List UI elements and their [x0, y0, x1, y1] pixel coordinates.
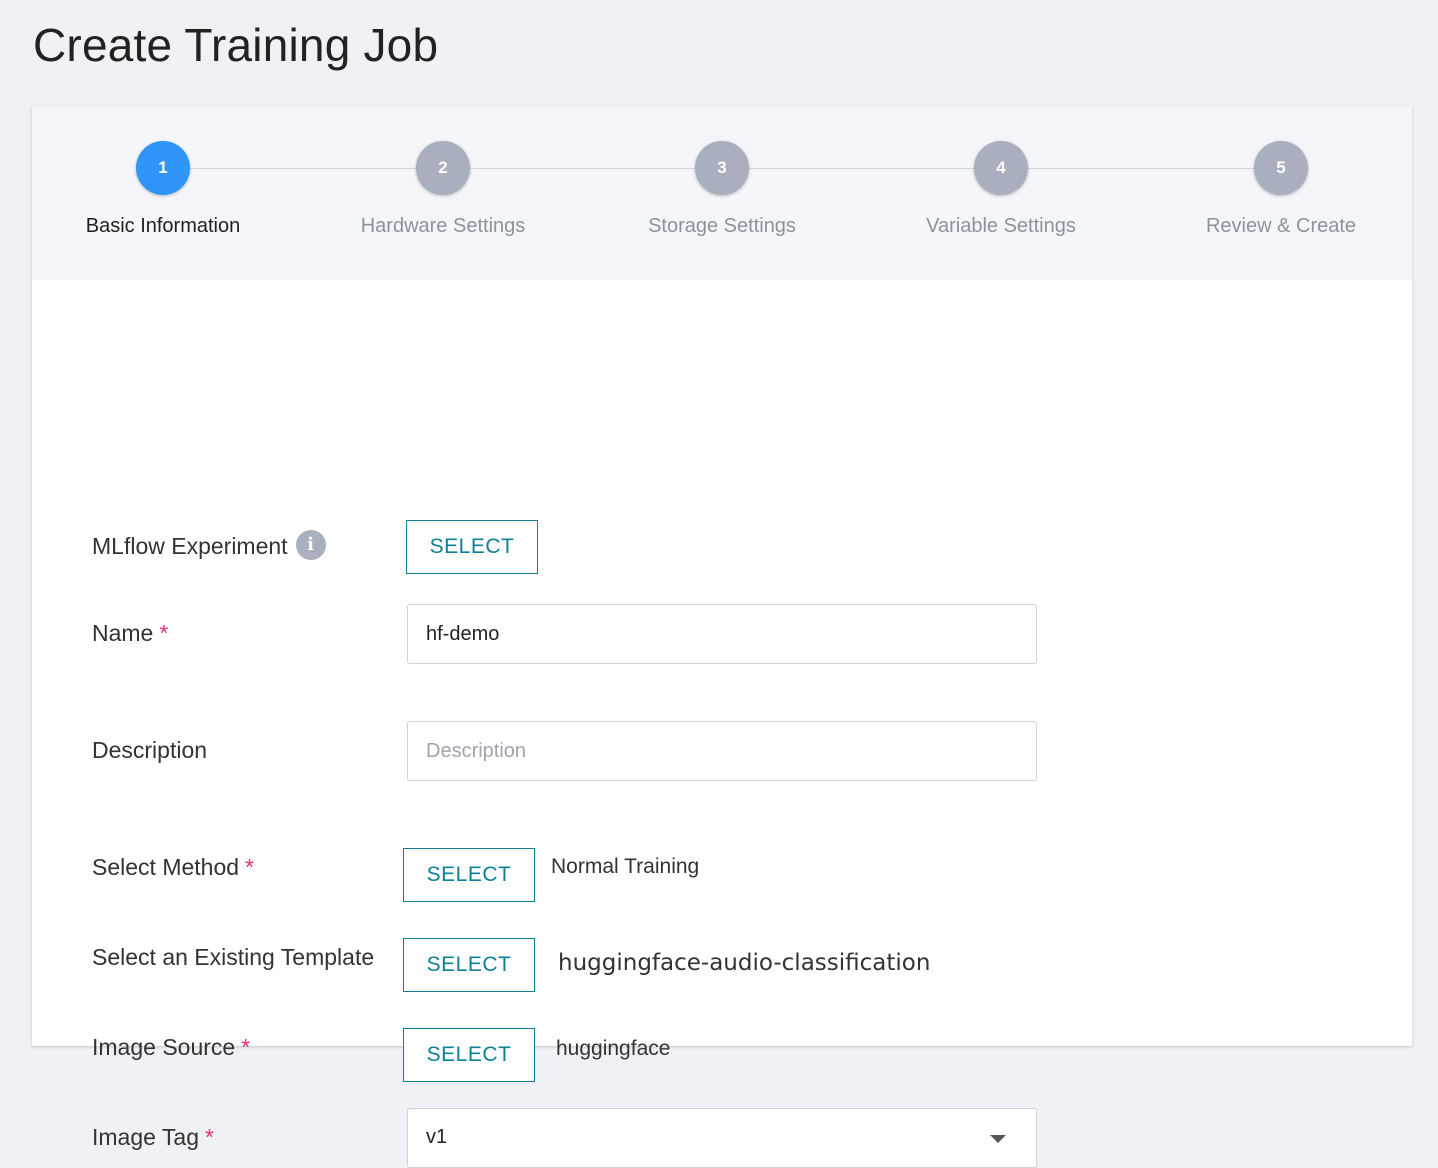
info-icon[interactable]: i [295, 530, 326, 560]
step-basic-information[interactable]: 1 Basic Information [43, 141, 283, 238]
image-source-label: Image Source * [92, 1034, 250, 1061]
step-label: Storage Settings [648, 215, 796, 237]
required-asterisk: * [204, 1124, 214, 1150]
chevron-down-icon [990, 1135, 1006, 1143]
step-storage-settings[interactable]: 3 Storage Settings [602, 141, 842, 238]
name-input[interactable] [407, 604, 1037, 664]
template-value: huggingface-audio-classification [558, 950, 931, 976]
stepper: 1 Basic Information 2 Hardware Settings … [32, 106, 1412, 280]
form-card: 1 Basic Information 2 Hardware Settings … [32, 106, 1412, 1168]
select-method-label-text: Select Method [92, 854, 240, 880]
step-number: 5 [1254, 141, 1308, 195]
image-source-value: huggingface [556, 1037, 671, 1060]
description-label: Description [92, 737, 208, 763]
name-label: Name * [92, 620, 168, 647]
mlflow-experiment-label: MLflow Experiment i [92, 530, 326, 560]
name-label-text: Name [92, 620, 154, 646]
template-select-button[interactable]: SELECT [403, 938, 535, 992]
step-hardware-settings[interactable]: 2 Hardware Settings [323, 141, 563, 238]
mlflow-select-button[interactable]: SELECT [406, 520, 538, 574]
image-tag-select[interactable]: v1 [407, 1108, 1037, 1168]
description-input[interactable] [407, 721, 1037, 781]
page-title: Create Training Job [33, 19, 439, 71]
step-number: 3 [695, 141, 749, 195]
image-tag-value: v1 [426, 1126, 448, 1148]
step-label: Review & Create [1205, 215, 1357, 237]
template-label: Select an Existing Template [92, 944, 375, 970]
step-number: 1 [136, 141, 190, 195]
step-label: Variable Settings [926, 215, 1076, 237]
step-number: 2 [416, 141, 470, 195]
required-asterisk: * [159, 620, 169, 646]
step-label: Hardware Settings [360, 215, 526, 237]
image-source-select-button[interactable]: SELECT [403, 1028, 535, 1082]
select-method-label: Select Method * [92, 854, 254, 881]
step-review-create[interactable]: 5 Review & Create [1161, 141, 1401, 238]
step-number: 4 [974, 141, 1028, 195]
image-tag-label-text: Image Tag [92, 1124, 199, 1150]
step-variable-settings[interactable]: 4 Variable Settings [881, 141, 1121, 238]
required-asterisk: * [241, 1034, 251, 1060]
image-tag-label: Image Tag * [92, 1124, 214, 1151]
step-label: Basic Information [85, 215, 241, 237]
method-value: Normal Training [551, 855, 700, 878]
method-select-button[interactable]: SELECT [403, 848, 535, 902]
mlflow-experiment-label-text: MLflow Experiment [92, 533, 288, 559]
image-source-label-text: Image Source [92, 1034, 236, 1060]
required-asterisk: * [245, 854, 254, 880]
